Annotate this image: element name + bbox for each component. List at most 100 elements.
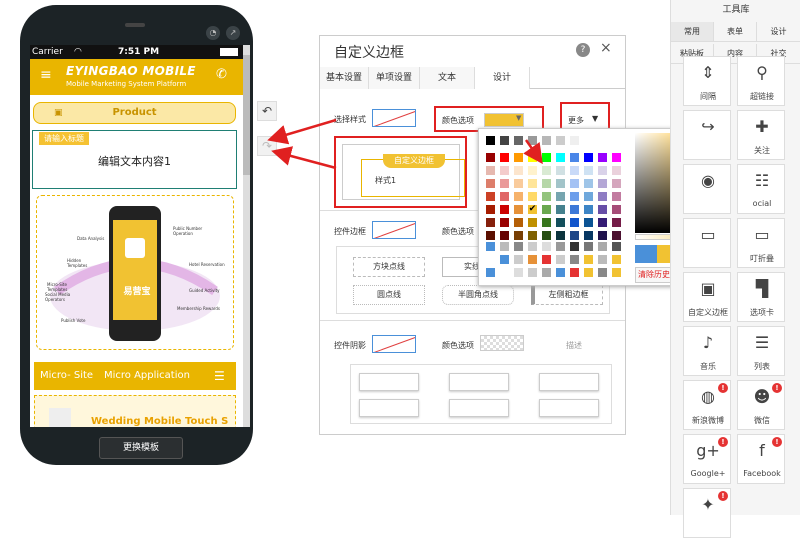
palette-swatch[interactable] <box>485 165 496 176</box>
palette-swatch[interactable] <box>583 191 594 202</box>
history-swatch[interactable] <box>597 254 608 265</box>
palette-swatch[interactable] <box>541 178 552 189</box>
palette-swatch[interactable] <box>485 135 496 146</box>
palette-swatch[interactable] <box>555 178 566 189</box>
palette-swatch[interactable] <box>485 230 496 241</box>
history-swatch[interactable] <box>513 267 524 278</box>
palette-swatch[interactable] <box>555 191 566 202</box>
widget-share[interactable]: ↪ <box>683 110 731 160</box>
palette-swatch[interactable] <box>555 230 566 241</box>
palette-swatch[interactable] <box>513 165 524 176</box>
palette-swatch[interactable] <box>569 191 580 202</box>
list-menu-icon[interactable]: ☰ <box>214 362 225 390</box>
chat-icon[interactable]: ◔ <box>206 26 220 40</box>
palette-swatch[interactable] <box>541 165 552 176</box>
history-swatch[interactable] <box>611 241 622 252</box>
palette-swatch[interactable] <box>513 135 524 146</box>
palette-swatch[interactable] <box>527 230 538 241</box>
palette-swatch[interactable] <box>485 152 496 163</box>
palette-swatch[interactable] <box>569 152 580 163</box>
close-icon[interactable]: × <box>600 40 612 56</box>
history-swatch[interactable] <box>569 254 580 265</box>
palette-swatch[interactable] <box>569 217 580 228</box>
palette-swatch[interactable] <box>583 217 594 228</box>
palette-swatch[interactable] <box>583 230 594 241</box>
widget-tab[interactable]: ▜ 选项卡 <box>737 272 785 322</box>
palette-swatch[interactable] <box>555 217 566 228</box>
palette-swatch[interactable] <box>527 152 538 163</box>
tab-basic-settings[interactable]: 基本设置 <box>320 67 369 89</box>
palette-swatch[interactable] <box>541 217 552 228</box>
history-swatch[interactable] <box>555 241 566 252</box>
palette-swatch[interactable] <box>527 165 538 176</box>
palette-swatch[interactable] <box>583 135 594 146</box>
text-content[interactable]: 编辑文本内容1 <box>33 153 236 169</box>
history-swatch[interactable] <box>569 267 580 278</box>
history-swatch[interactable] <box>527 241 538 252</box>
shadow-option[interactable] <box>539 399 599 417</box>
palette-swatch[interactable] <box>499 204 510 215</box>
history-swatch[interactable] <box>541 267 552 278</box>
palette-swatch[interactable] <box>569 165 580 176</box>
palette-swatch[interactable] <box>499 135 510 146</box>
shadow-option[interactable] <box>539 373 599 391</box>
palette-swatch[interactable] <box>611 191 622 202</box>
history-swatch[interactable] <box>555 254 566 265</box>
redo-icon[interactable]: ↷ <box>257 136 277 156</box>
palette-swatch[interactable] <box>597 178 608 189</box>
widget-facebook[interactable]: f Facebook! <box>737 434 785 484</box>
palette-swatch[interactable] <box>569 178 580 189</box>
history-swatch[interactable] <box>611 267 622 278</box>
toolbox-tab-form[interactable]: 表单 <box>714 22 757 42</box>
shadow-option[interactable] <box>359 399 419 417</box>
widget-rss[interactable]: ◉ <box>683 164 731 214</box>
widget-fold[interactable]: ▭ 叮折叠 <box>737 218 785 268</box>
chevron-down-icon[interactable]: ▼ <box>592 114 598 123</box>
palette-swatch[interactable] <box>611 217 622 228</box>
change-template-button[interactable]: 更换模板 <box>99 437 183 459</box>
palette-swatch[interactable] <box>597 230 608 241</box>
widget-list[interactable]: ☰ 列表 <box>737 326 785 376</box>
history-swatch[interactable] <box>485 241 496 252</box>
more-button[interactable]: 更多 <box>568 115 584 126</box>
history-swatch[interactable] <box>527 267 538 278</box>
history-swatch[interactable] <box>485 267 496 278</box>
history-swatch[interactable] <box>527 254 538 265</box>
palette-swatch[interactable] <box>499 152 510 163</box>
palette-swatch[interactable] <box>541 191 552 202</box>
palette-swatch[interactable] <box>541 230 552 241</box>
palette-swatch[interactable] <box>597 217 608 228</box>
history-swatch[interactable] <box>513 241 524 252</box>
palette-swatch[interactable] <box>555 165 566 176</box>
shadow-option[interactable] <box>449 399 509 417</box>
palette-swatch[interactable] <box>513 230 524 241</box>
history-swatch[interactable] <box>513 254 524 265</box>
palette-swatch[interactable] <box>611 152 622 163</box>
history-swatch[interactable] <box>597 241 608 252</box>
product-bar[interactable]: ▣ Product <box>33 102 236 124</box>
palette-swatch[interactable] <box>541 152 552 163</box>
history-swatch[interactable] <box>583 254 594 265</box>
palette-swatch[interactable] <box>583 152 594 163</box>
palette-swatch[interactable] <box>611 204 622 215</box>
micro-application-link[interactable]: Micro Application <box>104 362 190 390</box>
palette-swatch[interactable] <box>583 165 594 176</box>
palette-swatch[interactable] <box>541 135 552 146</box>
palette-swatch[interactable] <box>597 191 608 202</box>
palette-swatch[interactable] <box>555 152 566 163</box>
palette-swatch[interactable] <box>499 191 510 202</box>
palette-swatch[interactable]: ✔ <box>527 204 538 215</box>
history-swatch[interactable] <box>541 254 552 265</box>
shadow-color-swatch[interactable] <box>480 335 524 351</box>
palette-swatch[interactable] <box>555 204 566 215</box>
palette-swatch[interactable] <box>513 152 524 163</box>
preview-scrollbar[interactable] <box>243 45 250 427</box>
palette-swatch[interactable] <box>569 204 580 215</box>
hamburger-icon[interactable]: ≡ <box>40 67 52 83</box>
micro-menu-bar[interactable]: Micro- Site Micro Application ☰ <box>34 362 236 390</box>
scrollbar-thumb[interactable] <box>243 55 250 175</box>
tab-text[interactable]: 文本 <box>420 67 475 89</box>
frame-style-card[interactable]: 自定义边框 样式1 <box>342 144 465 200</box>
widget-link[interactable]: ⚲ 超链接 <box>737 56 785 106</box>
border-option[interactable]: 方块点线 <box>353 257 425 277</box>
